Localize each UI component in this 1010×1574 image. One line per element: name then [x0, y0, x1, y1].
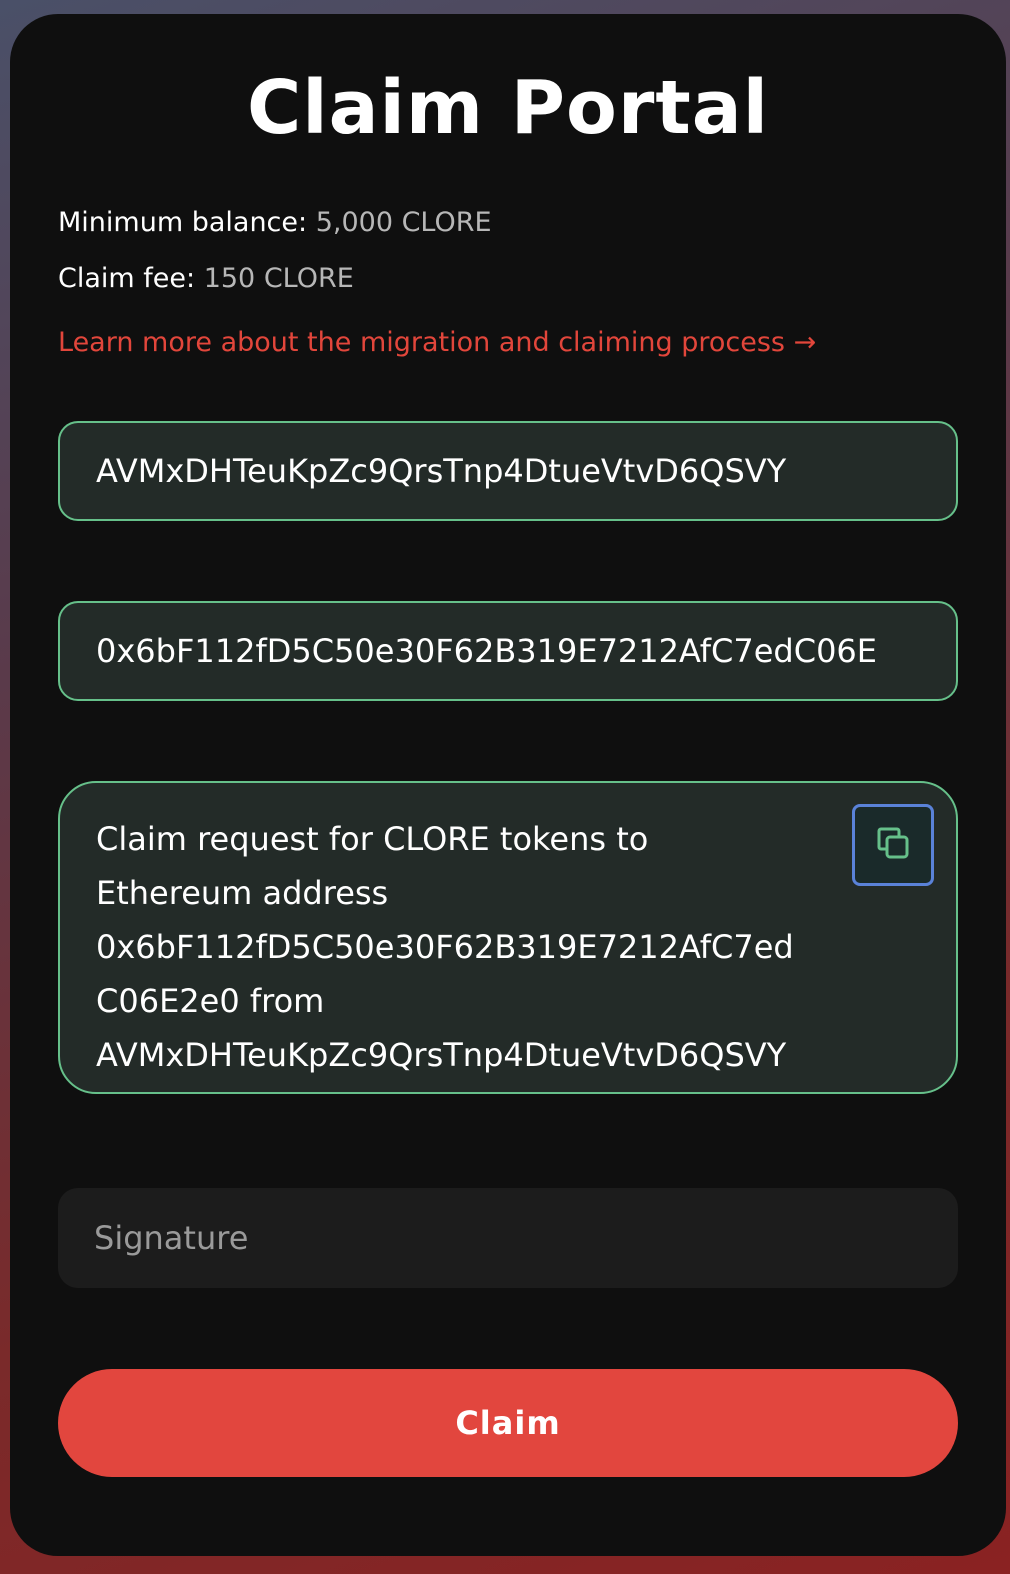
claim-fee-row: Claim fee: 150 CLORE: [58, 261, 354, 297]
clore-address-field[interactable]: AVMxDHTeuKpZc9QrsTnp4DtueVtvD6QSVY: [58, 421, 958, 521]
signature-input[interactable]: [58, 1188, 958, 1288]
message-line: AVMxDHTeuKpZc9QrsTnp4DtueVtvD6QSVY: [96, 1036, 787, 1074]
copy-icon: [873, 823, 913, 867]
minimum-balance-value: 5,000 CLORE: [315, 207, 492, 238]
minimum-balance-row: Minimum balance: 5,000 CLORE: [58, 205, 492, 241]
claim-button[interactable]: Claim: [58, 1369, 958, 1477]
ethereum-address-field[interactable]: 0x6bF112fD5C50e30F62B319E7212AfC7edC06E: [58, 601, 958, 701]
page-title: Claim Portal: [246, 65, 770, 151]
message-line: 0x6bF112fD5C50e30F62B319E7212AfC7ed: [96, 928, 794, 966]
copy-message-button[interactable]: [852, 804, 934, 886]
claim-message-box[interactable]: Claim request for CLORE tokens to Ethere…: [58, 781, 958, 1094]
claim-portal-card: Claim Portal Minimum balance: 5,000 CLOR…: [10, 14, 1006, 1556]
claim-fee-value: 150 CLORE: [203, 263, 354, 294]
message-line: C06E2e0 from: [96, 982, 325, 1020]
minimum-balance-label: Minimum balance:: [58, 207, 308, 238]
message-line: Ethereum address: [96, 874, 389, 912]
message-line: Claim request for CLORE tokens to: [96, 820, 649, 858]
learn-more-link[interactable]: Learn more about the migration and claim…: [58, 325, 816, 361]
claim-fee-label: Claim fee:: [58, 263, 196, 294]
claim-message-text: Claim request for CLORE tokens to Ethere…: [96, 812, 846, 1082]
